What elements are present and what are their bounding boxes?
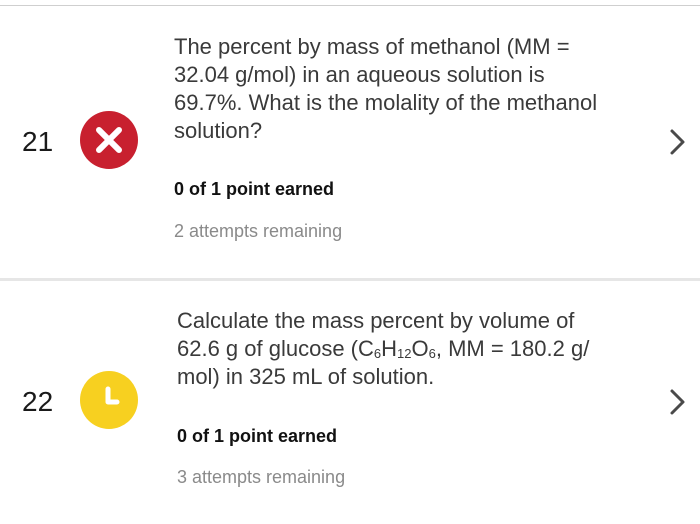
prompt-line: mol) in 325 mL of solution. bbox=[177, 364, 435, 389]
prompt-line: The percent by mass of methanol (MM = bbox=[174, 34, 570, 59]
points-earned: 0 of 1 point earned bbox=[177, 426, 338, 446]
clock-icon bbox=[80, 371, 138, 429]
question-prompt: The percent by mass of methanol (MM = 32… bbox=[174, 33, 644, 145]
chevron-right-icon[interactable] bbox=[668, 127, 688, 157]
question-number: 21 bbox=[22, 126, 54, 157]
prompt-line: 69.7%. What is the molality of the metha… bbox=[174, 90, 598, 115]
prompt-line: 32.04 g/mol) in an aqueous solution is bbox=[174, 62, 545, 87]
points-earned: 0 of 1 point earned bbox=[174, 179, 335, 199]
prompt-line: Calculate the mass percent by volume of bbox=[177, 308, 575, 333]
question-number: 22 bbox=[22, 386, 54, 417]
question-prompt: Calculate the mass percent by volume of … bbox=[177, 307, 647, 391]
attempts-remaining: 3 attempts remaining bbox=[177, 467, 346, 487]
question-row-22[interactable]: 22 Calculate the mass percent by volume … bbox=[0, 281, 700, 524]
prompt-line: 62.6 g of glucose (C6H12O6, MM = 180.2 g… bbox=[177, 336, 590, 361]
question-row-21[interactable]: 21 The percent by mass of methanol (MM =… bbox=[0, 0, 700, 278]
prompt-line: solution? bbox=[174, 118, 263, 143]
close-icon bbox=[80, 111, 138, 169]
attempts-remaining: 2 attempts remaining bbox=[174, 221, 343, 241]
chevron-right-icon[interactable] bbox=[668, 387, 688, 417]
